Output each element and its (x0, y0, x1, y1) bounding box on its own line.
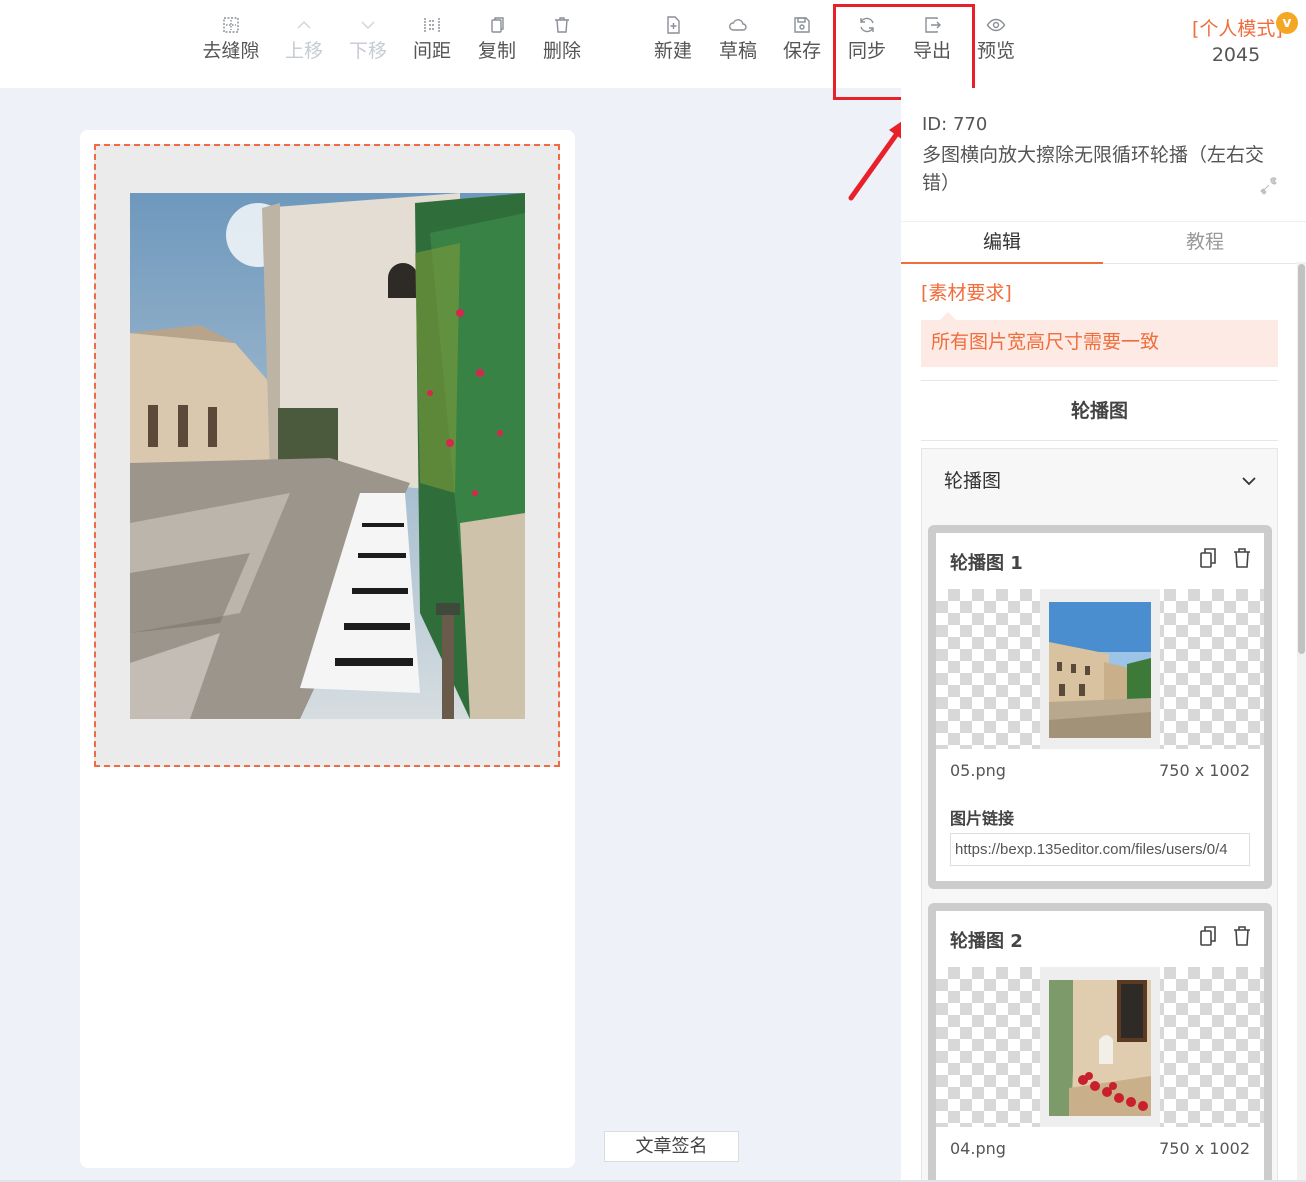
image-filename: 04.png (950, 1139, 1006, 1158)
highlight-box (833, 4, 975, 100)
move-up-label: 上移 (284, 40, 323, 62)
carousel-accordion: 轮播图 轮播图 1 05.png 750 x 1002 图片链接 https:/… (921, 448, 1278, 1182)
thumbnail-image (1049, 602, 1151, 738)
delete-button[interactable]: 删除 (530, 8, 594, 72)
thumbnail-frame (1040, 589, 1160, 749)
editor-canvas (80, 130, 575, 1168)
new-file-icon (641, 8, 705, 38)
right-panel: ID: 770 多图横向放大擦除无限循环轮播（左右交错） 编辑 教程 [素材要求… (901, 88, 1306, 1182)
image-link-input[interactable]: https://bexp.135editor.com/files/users/0… (950, 833, 1250, 866)
material-requirements-title: [素材要求] (921, 282, 1012, 304)
chevron-down-icon (336, 8, 400, 38)
image-link-label: 图片链接 (950, 809, 1015, 828)
gap-remove-icon (199, 8, 263, 38)
cloud-icon (706, 8, 770, 38)
trash-icon (530, 8, 594, 38)
trash-icon[interactable] (1232, 547, 1252, 569)
move-down-label: 下移 (348, 40, 387, 62)
copy-icon (465, 8, 529, 38)
scrollbar-thumb[interactable] (1298, 264, 1305, 654)
new-label: 新建 (653, 40, 692, 62)
remove-gap-button[interactable]: 去缝隙 (199, 8, 263, 72)
image-filename: 05.png (950, 761, 1006, 780)
spacing-label: 间距 (412, 40, 451, 62)
carousel-item-title: 轮播图 1 (950, 553, 1023, 574)
trash-icon[interactable] (1232, 925, 1252, 947)
image-dimensions: 750 x 1002 (1159, 761, 1250, 780)
copy-button[interactable]: 复制 (465, 8, 529, 72)
new-button[interactable]: 新建 (641, 8, 705, 72)
spacing-icon (400, 8, 464, 38)
template-id: ID: 770 (922, 114, 988, 135)
copy-icon[interactable] (1198, 547, 1218, 569)
selected-block[interactable] (94, 144, 560, 767)
material-requirements-text: 所有图片宽高尺寸需要一致 (921, 320, 1278, 367)
move-down-button[interactable]: 下移 (336, 8, 400, 72)
carousel-item-title: 轮播图 2 (950, 931, 1023, 952)
wrench-icon[interactable] (1259, 176, 1279, 196)
copy-icon[interactable] (1198, 925, 1218, 947)
image-dimensions: 750 x 1002 (1159, 1139, 1250, 1158)
thumbnail-frame (1040, 967, 1160, 1127)
accordion-header[interactable]: 轮播图 (922, 449, 1277, 513)
move-up-button[interactable]: 上移 (272, 8, 336, 72)
spacing-button[interactable]: 间距 (400, 8, 464, 72)
credit-count: 2045 (1211, 44, 1261, 66)
template-name: 多图横向放大擦除无限循环轮播（左右交错） (922, 144, 1265, 194)
save-label: 保存 (782, 40, 821, 62)
draft-label: 草稿 (718, 40, 757, 62)
carousel-item-card: 轮播图 2 04.png 750 x 1002 (928, 903, 1272, 1182)
draft-button[interactable]: 草稿 (706, 8, 770, 72)
carousel-section-title: 轮播图 (921, 380, 1278, 441)
tab-edit[interactable]: 编辑 (901, 222, 1103, 264)
carousel-photo (130, 193, 525, 719)
vip-badge-icon: v (1276, 12, 1298, 34)
chevron-down-icon (1242, 477, 1256, 486)
save-icon (770, 8, 834, 38)
article-signature-button[interactable]: 文章签名 (604, 1131, 739, 1162)
thumbnail-image (1049, 980, 1151, 1116)
toolbar: 去缝隙 上移 下移 间距 复制 删除 新建 草稿 保存 同步 导出 预览 [个人… (0, 0, 1306, 88)
remove-gap-label: 去缝隙 (202, 40, 260, 62)
carousel-item-card: 轮播图 1 05.png 750 x 1002 图片链接 https://bex… (928, 525, 1272, 889)
accordion-title: 轮播图 (944, 470, 1002, 492)
copy-label: 复制 (477, 40, 516, 62)
image-thumbnail[interactable] (936, 967, 1264, 1127)
save-button[interactable]: 保存 (770, 8, 834, 72)
panel-tabs: 编辑 教程 (901, 221, 1306, 264)
chevron-up-icon (272, 8, 336, 38)
image-thumbnail[interactable] (936, 589, 1264, 749)
personal-mode-link[interactable]: [个人模式] (1192, 14, 1283, 41)
tab-tutorial[interactable]: 教程 (1104, 222, 1306, 264)
delete-label: 删除 (542, 40, 581, 62)
